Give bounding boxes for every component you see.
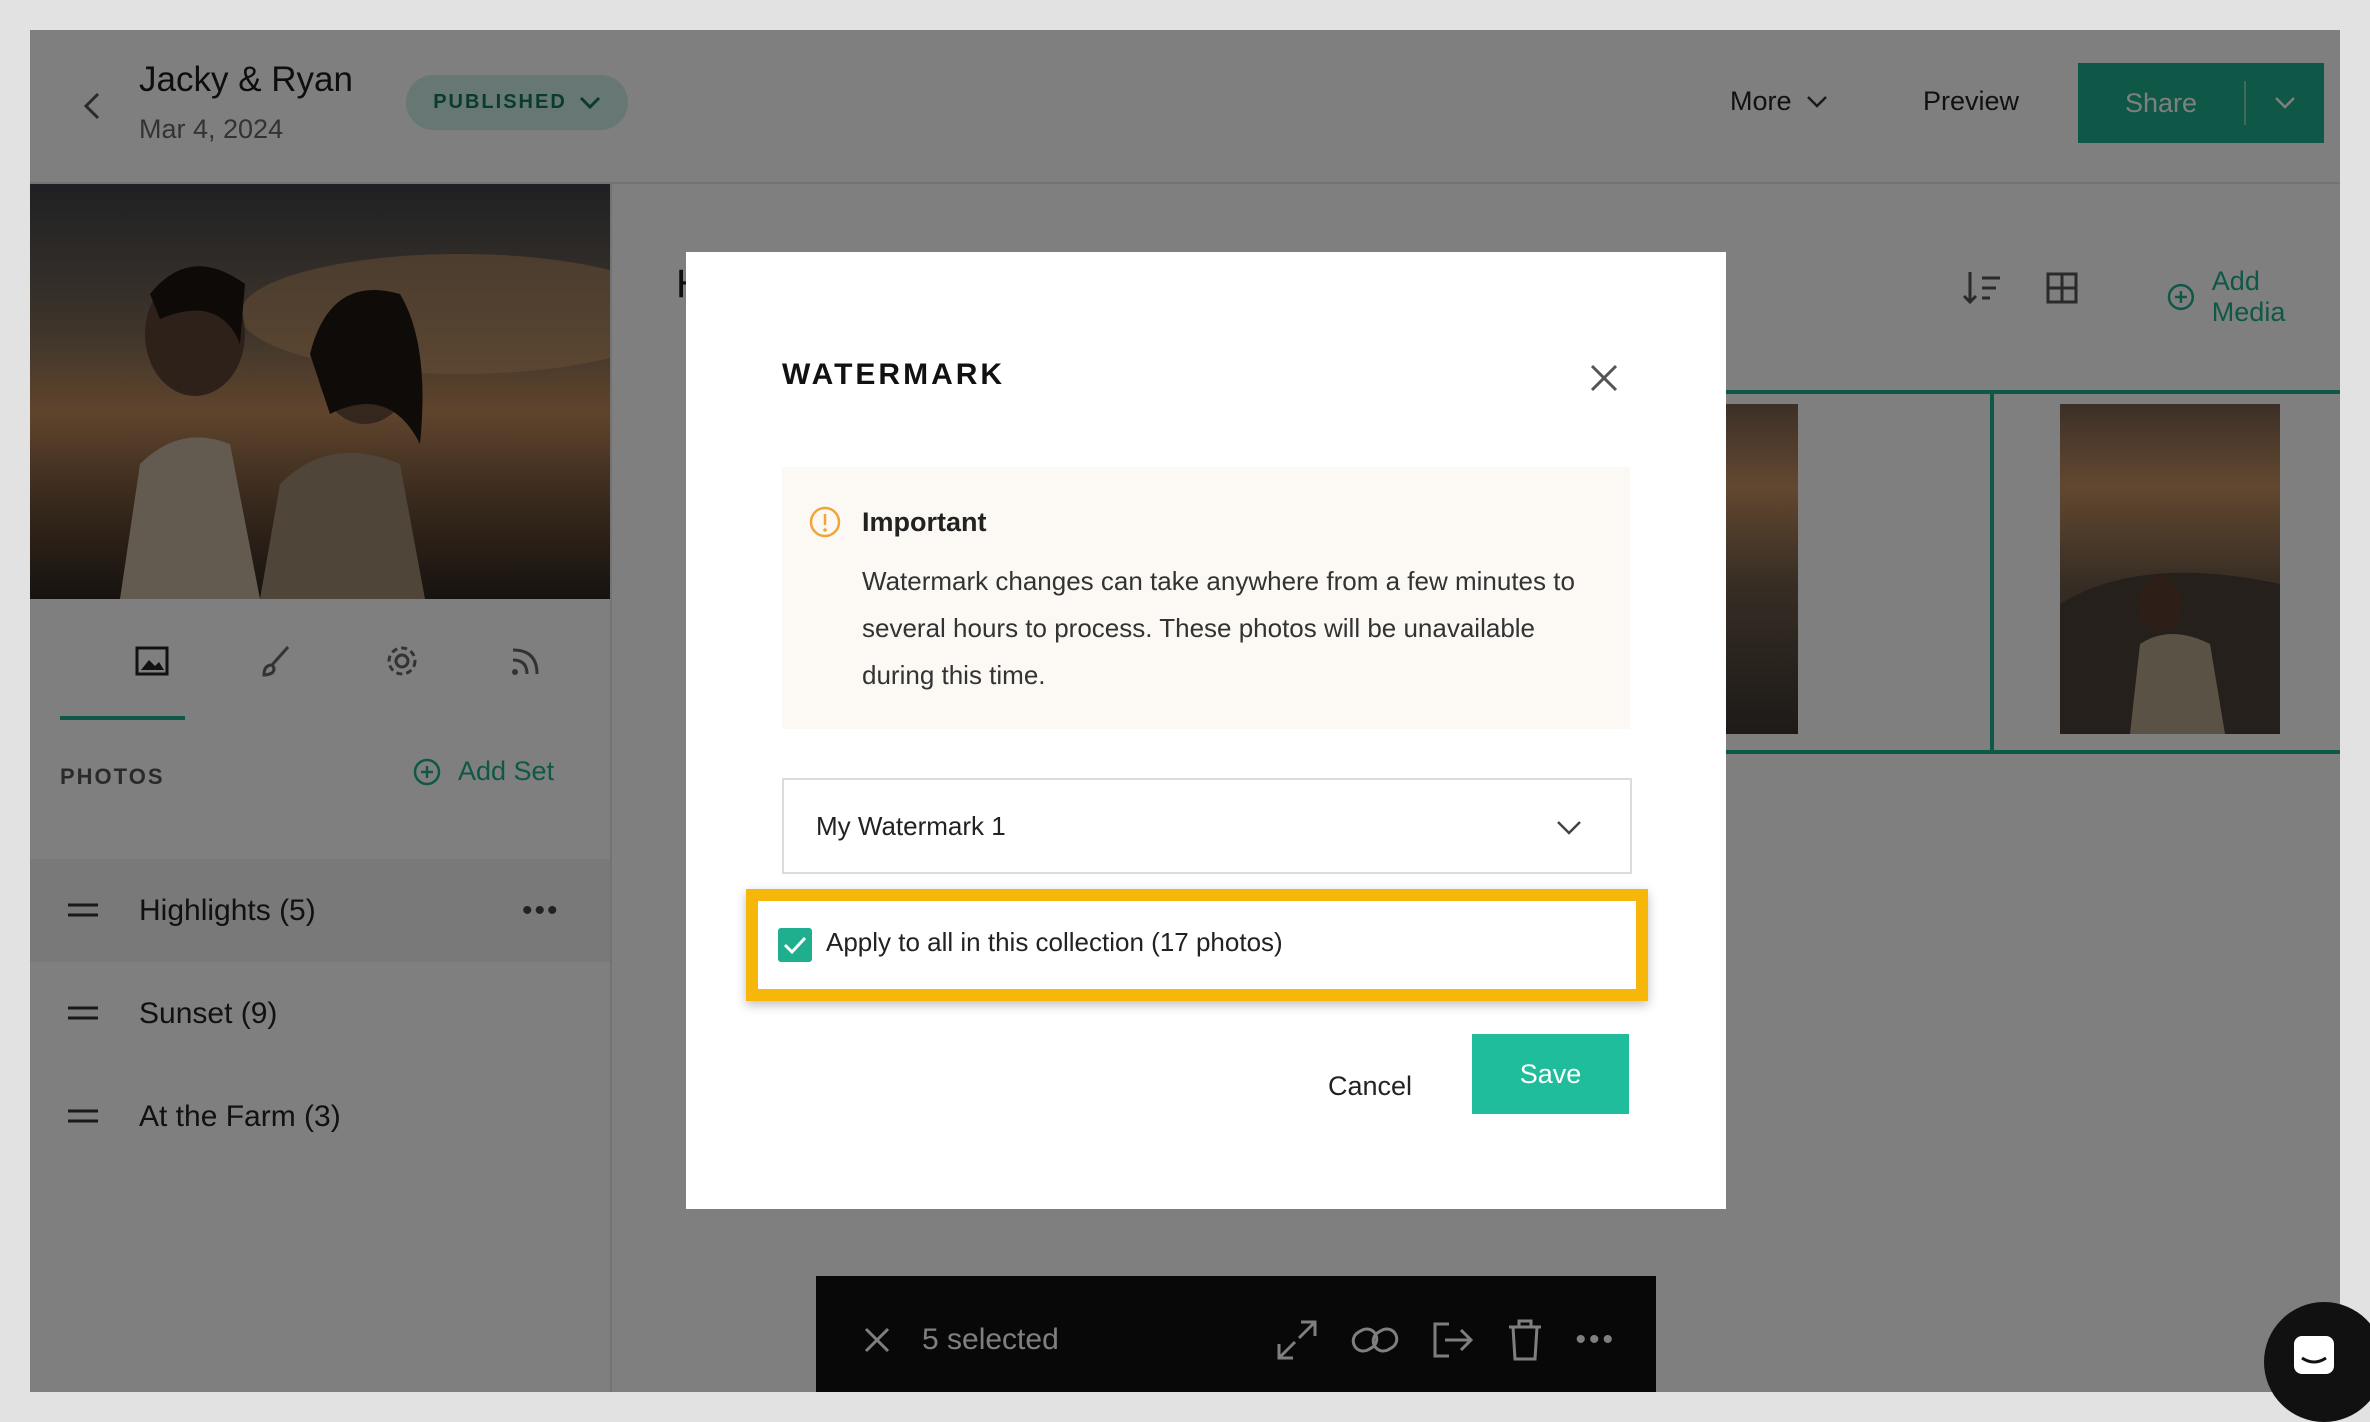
- watermark-select[interactable]: My Watermark 1: [782, 778, 1632, 874]
- watermark-select-value: My Watermark 1: [816, 811, 1006, 841]
- notice-title: Important: [862, 507, 987, 537]
- chat-icon: [2294, 1336, 2334, 1374]
- checkmark-icon: [783, 936, 807, 955]
- apply-all-checkbox[interactable]: [778, 928, 812, 962]
- dialog-title: WATERMARK: [782, 358, 1006, 391]
- notice-body: Watermark changes can take anywhere from…: [862, 566, 1575, 690]
- important-notice: Important Watermark changes can take any…: [782, 467, 1630, 729]
- cancel-button[interactable]: Cancel: [1322, 1070, 1418, 1103]
- warning-circle-icon: [809, 506, 841, 538]
- chat-widget-button[interactable]: [2264, 1302, 2370, 1422]
- watermark-dialog: WATERMARK Important Watermark changes ca…: [686, 252, 1726, 1209]
- save-button[interactable]: Save: [1472, 1034, 1629, 1114]
- chevron-down-icon: [1557, 821, 1581, 835]
- apply-all-highlight: Apply to all in this collection (17 phot…: [746, 889, 1648, 1001]
- apply-all-label[interactable]: Apply to all in this collection (17 phot…: [826, 927, 1283, 958]
- close-icon[interactable]: [1582, 356, 1626, 400]
